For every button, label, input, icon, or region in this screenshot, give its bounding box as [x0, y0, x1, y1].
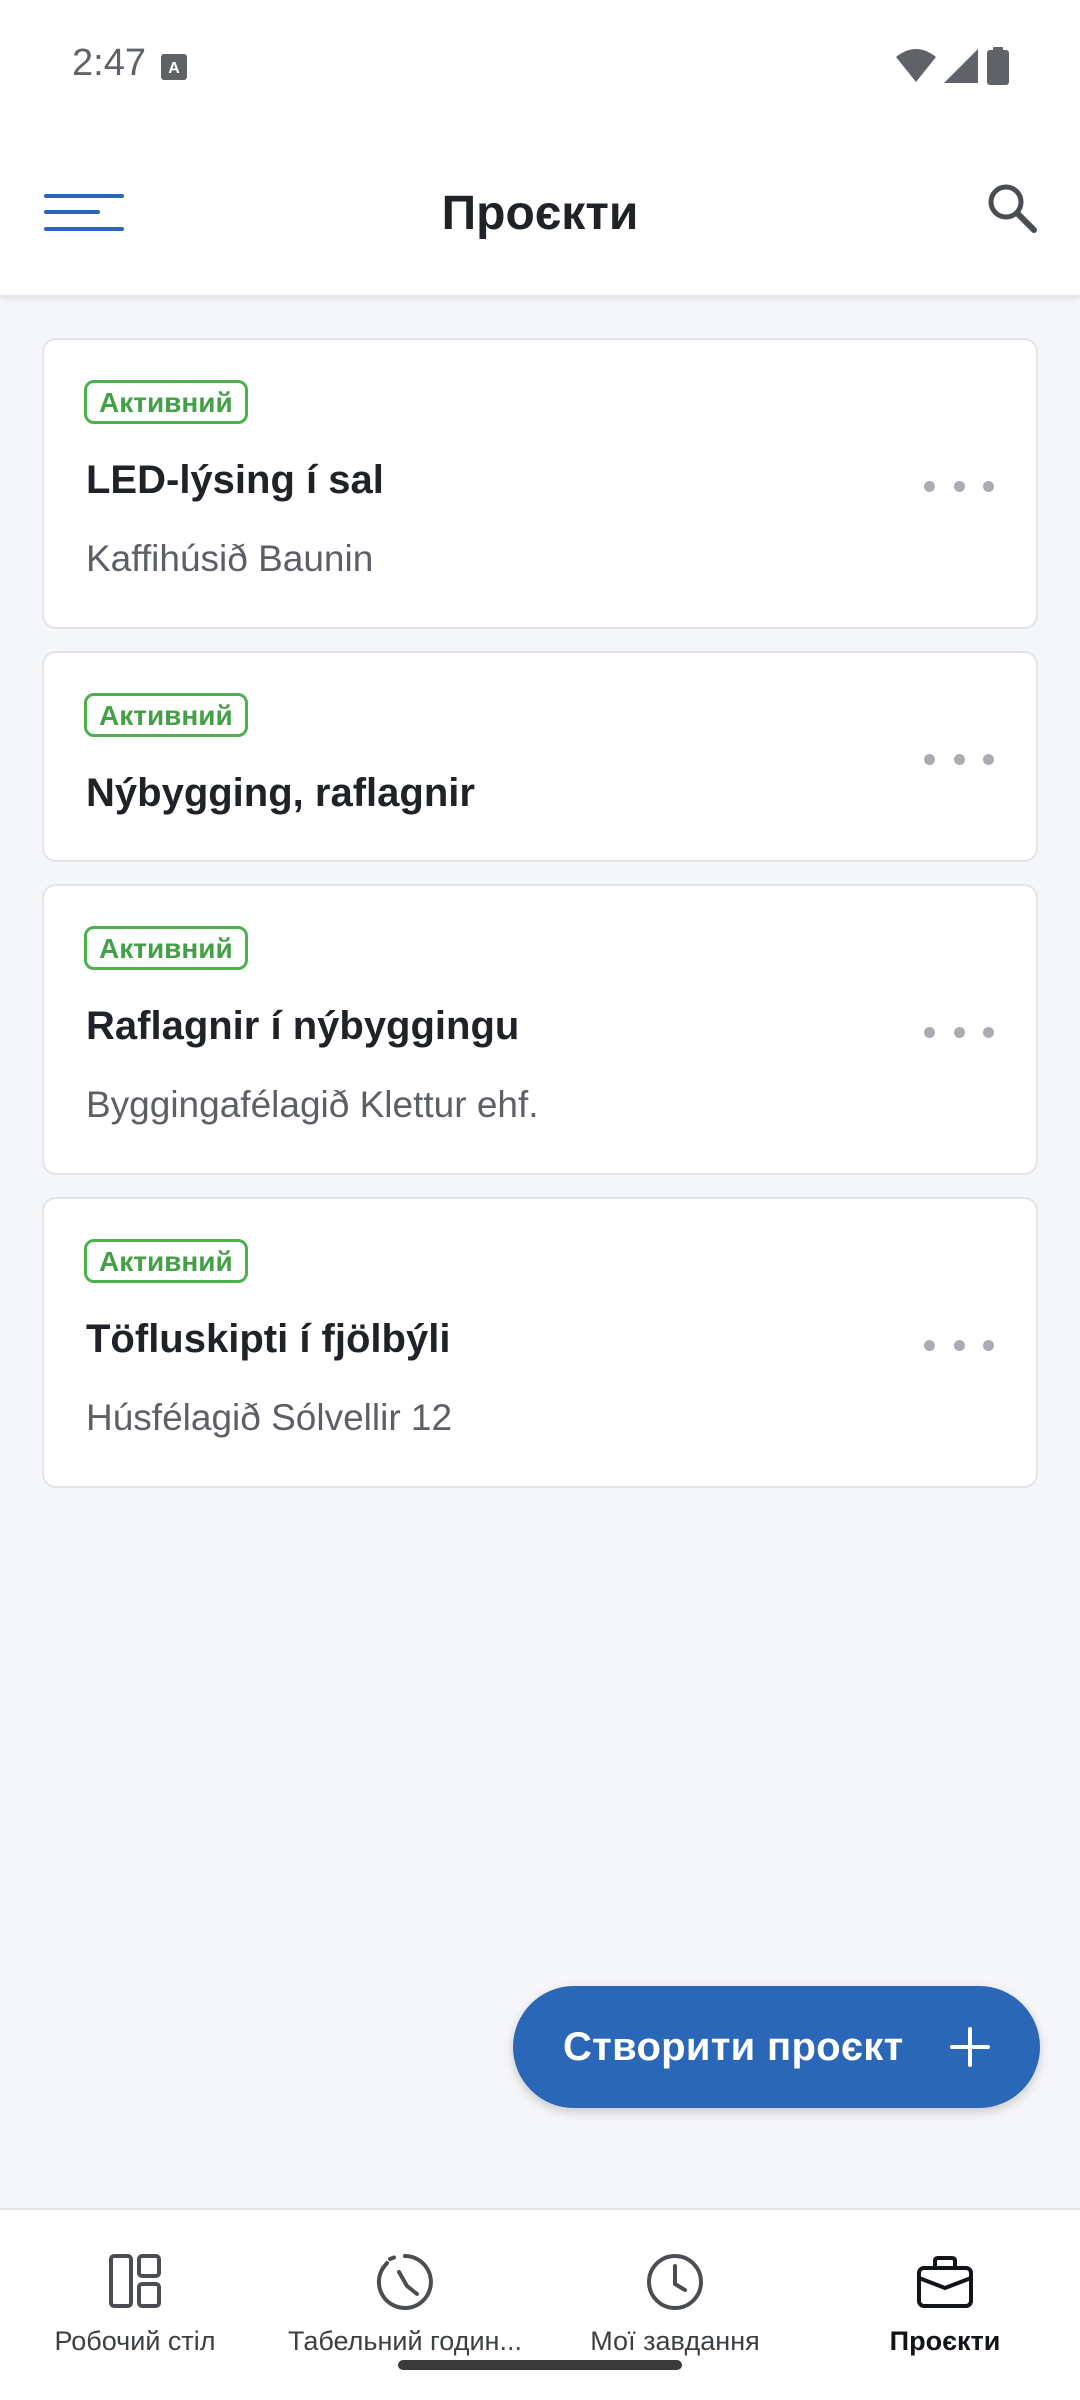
plus-icon — [950, 2027, 990, 2067]
more-options-icon[interactable] — [924, 739, 994, 779]
battery-icon — [987, 47, 1009, 85]
nav-label: Робочий стіл — [54, 2326, 216, 2356]
screen: 2:47 A Проєкти Активний LED-lýsing í sal… — [0, 0, 1080, 2400]
create-project-button[interactable]: Створити проєкт — [513, 1986, 1040, 2108]
nav-label: Табельний годин... — [288, 2326, 522, 2356]
status-time: 2:47 — [72, 42, 146, 84]
status-badge: Активний — [84, 380, 248, 424]
nav-item-projects[interactable]: Проєкти — [810, 2210, 1080, 2400]
signal-icon — [944, 49, 978, 83]
create-project-label: Створити проєкт — [563, 2024, 904, 2069]
more-options-icon[interactable] — [924, 1325, 994, 1365]
project-title: Töfluskipti í fjölbýli — [86, 1317, 451, 1361]
status-icons — [896, 46, 1010, 86]
project-card[interactable]: Активний Töfluskipti í fjölbýli Húsfélag… — [42, 1197, 1038, 1488]
more-options-icon[interactable] — [924, 466, 994, 506]
project-client: Kaffihúsið Baunin — [86, 538, 374, 579]
bottom-nav: Робочий стіл Табельний годин... Мої завд… — [0, 2208, 1080, 2400]
status-badge: Активний — [84, 1239, 248, 1283]
page-title: Проєкти — [441, 187, 639, 240]
project-card[interactable]: Активний Nýbygging, raflagnir — [42, 651, 1038, 862]
search-icon[interactable] — [982, 178, 1042, 238]
project-card[interactable]: Активний Raflagnir í nýbyggingu Bygginga… — [42, 884, 1038, 1175]
project-title: LED-lýsing í sal — [86, 458, 384, 502]
status-bar: 2:47 A — [0, 0, 1080, 130]
dashboard-icon — [109, 2254, 161, 2308]
project-list: Активний LED-lýsing í sal Kaffihúsið Bau… — [42, 338, 1038, 1510]
status-badge: Активний — [84, 926, 248, 970]
timesheet-icon — [376, 2254, 433, 2310]
nav-item-timesheet[interactable]: Табельний годин... — [270, 2210, 540, 2400]
wifi-icon — [896, 49, 936, 82]
project-title: Raflagnir í nýbyggingu — [86, 1004, 520, 1048]
project-title: Nýbygging, raflagnir — [86, 771, 475, 815]
status-badge: Активний — [84, 693, 248, 737]
more-options-icon[interactable] — [924, 1012, 994, 1052]
keyboard-a-icon: A — [161, 54, 187, 80]
svg-text:A: A — [168, 60, 180, 77]
project-card[interactable]: Активний LED-lýsing í sal Kaffihúsið Bau… — [42, 338, 1038, 629]
clock-icon — [647, 2254, 703, 2310]
nav-item-my-tasks[interactable]: Мої завдання — [540, 2210, 810, 2400]
nav-label: Мої завдання — [590, 2326, 760, 2356]
briefcase-icon — [917, 2256, 973, 2308]
app-bar: Проєкти — [0, 130, 1080, 297]
project-client: Húsfélagið Sólvellir 12 — [86, 1397, 453, 1438]
project-client: Byggingafélagið Klettur ehf. — [86, 1084, 539, 1125]
nav-item-dashboard[interactable]: Робочий стіл — [0, 2210, 270, 2400]
home-indicator[interactable] — [398, 2360, 682, 2370]
nav-label: Проєкти — [889, 2326, 1001, 2356]
